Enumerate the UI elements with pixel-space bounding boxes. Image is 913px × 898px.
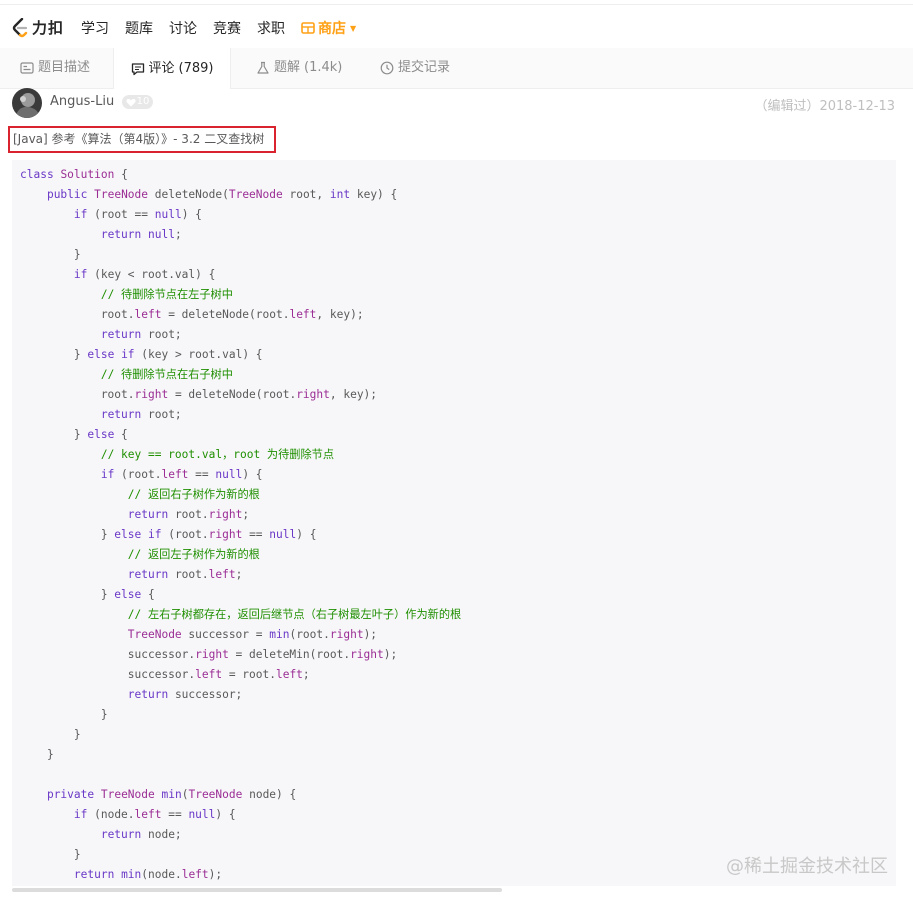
code-line: } else if (key > root.val) { [20, 348, 263, 361]
code-line: return root.left; [127, 568, 243, 581]
code-line: return root; [100, 408, 182, 421]
avatar-image-icon [12, 88, 42, 118]
code-block: class Solution { public TreeNode deleteN… [12, 160, 896, 886]
watermark: @稀土掘金技术社区 [726, 856, 888, 877]
code-line: ​ [20, 765, 461, 785]
code-line: } else { [20, 428, 128, 441]
code-line: if (node.left == null) { [73, 808, 236, 821]
code-line: if (root == null) { [73, 208, 202, 221]
comment-icon [131, 62, 144, 75]
tab-solutions[interactable]: 题解 (1.4k) [256, 48, 342, 88]
brand-logo[interactable]: 力扣 [11, 17, 64, 38]
code-line: } else if (root.right == null) { [20, 528, 317, 541]
code-line: return root; [100, 328, 182, 341]
description-icon [20, 62, 34, 74]
caret-down-icon: ▼ [350, 23, 357, 33]
code-line: // 返回右子树作为新的根 [127, 488, 260, 501]
code-line: return null; [100, 228, 182, 241]
tab-submissions[interactable]: 提交记录 [380, 48, 450, 88]
code-line: } [20, 848, 81, 861]
nav-item-contest[interactable]: 竞赛 [213, 18, 241, 38]
code-line: if (key < root.val) { [73, 268, 216, 281]
store-icon [301, 22, 315, 34]
nav-item-store[interactable]: 商店 ▼ [301, 18, 356, 38]
top-navbar: 力扣 学习 题库 讨论 竞赛 求职 商店 ▼ [0, 4, 913, 49]
avatar[interactable] [12, 88, 42, 118]
leetcode-logo-icon [12, 17, 28, 37]
code-line: return min(node.left); [73, 868, 223, 881]
reputation-badge: 10 [122, 95, 153, 109]
author-name[interactable]: Angus-Liu [50, 94, 114, 109]
nav-item-jobs[interactable]: 求职 [257, 18, 285, 38]
code-line: successor.right = deleteMin(root.right); [20, 648, 398, 661]
comment-header: Angus-Liu 10 （编辑过）2018-12-13 [0, 88, 913, 118]
code-line: // 返回左子树作为新的根 [127, 548, 260, 561]
code-line: root.right = deleteNode(root.right, key)… [20, 388, 378, 401]
nav-item-discuss[interactable]: 讨论 [169, 18, 197, 38]
nav-item-problems[interactable]: 题库 [125, 18, 153, 38]
brand-name: 力扣 [32, 19, 65, 37]
tab-comments[interactable]: 评论 (789) [113, 48, 231, 89]
code-line: return node; [100, 828, 182, 841]
tab-comments-count: (789) [178, 60, 214, 76]
code-line: public TreeNode deleteNode(TreeNode root… [46, 188, 398, 201]
code-line: return root.right; [127, 508, 250, 521]
tab-description[interactable]: 题目描述 [20, 48, 90, 88]
heart-icon [126, 98, 136, 106]
problem-tabs: 题目描述 评论 (789) 题解 (1.4k) 提交记录 [0, 48, 913, 89]
clock-icon [380, 61, 394, 75]
horizontal-scrollbar[interactable] [12, 888, 502, 892]
code-line: // key == root.val，root 为待删除节点 [100, 448, 335, 461]
code-line: } [20, 728, 81, 741]
tab-solutions-count: (1.4k) [304, 60, 343, 75]
code-line: successor.left = root.left; [20, 668, 310, 681]
code-line: return successor; [127, 688, 243, 701]
code-line: if (root.left == null) { [100, 468, 263, 481]
main-nav: 学习 题库 讨论 竞赛 求职 商店 ▼ [81, 18, 372, 38]
flask-icon [257, 61, 269, 74]
nav-item-learn[interactable]: 学习 [81, 18, 109, 38]
code-line: // 待删除节点在左子树中 [100, 288, 233, 301]
tab-description-label: 题目描述 [38, 60, 91, 75]
code-line: private TreeNode min(TreeNode node) { [46, 788, 297, 801]
code-line: class Solution { [20, 168, 128, 181]
comment-title: [Java] 参考《算法（第4版）》- 3.2 二叉查找树 [8, 126, 276, 153]
reputation-count: 10 [136, 96, 150, 107]
code-content: class Solution { public TreeNode deleteN… [20, 165, 461, 885]
nav-store-label: 商店 [318, 21, 346, 37]
code-line: // 左右子树都存在，返回后继节点（右子树最左叶子）作为新的根 [127, 608, 462, 621]
code-line: } else { [20, 588, 155, 601]
code-line: } [20, 748, 54, 761]
code-line: } [20, 248, 81, 261]
tab-solutions-label: 题解 [274, 60, 301, 75]
code-line: // 待删除节点在右子树中 [100, 368, 233, 381]
code-line: TreeNode successor = min(root.right); [127, 628, 378, 641]
code-line: } [20, 708, 108, 721]
tab-submissions-label: 提交记录 [398, 60, 451, 75]
code-line: root.left = deleteNode(root.left, key); [20, 308, 364, 321]
edited-timestamp: （编辑过）2018-12-13 [754, 99, 895, 114]
tab-comments-label: 评论 [148, 60, 175, 76]
